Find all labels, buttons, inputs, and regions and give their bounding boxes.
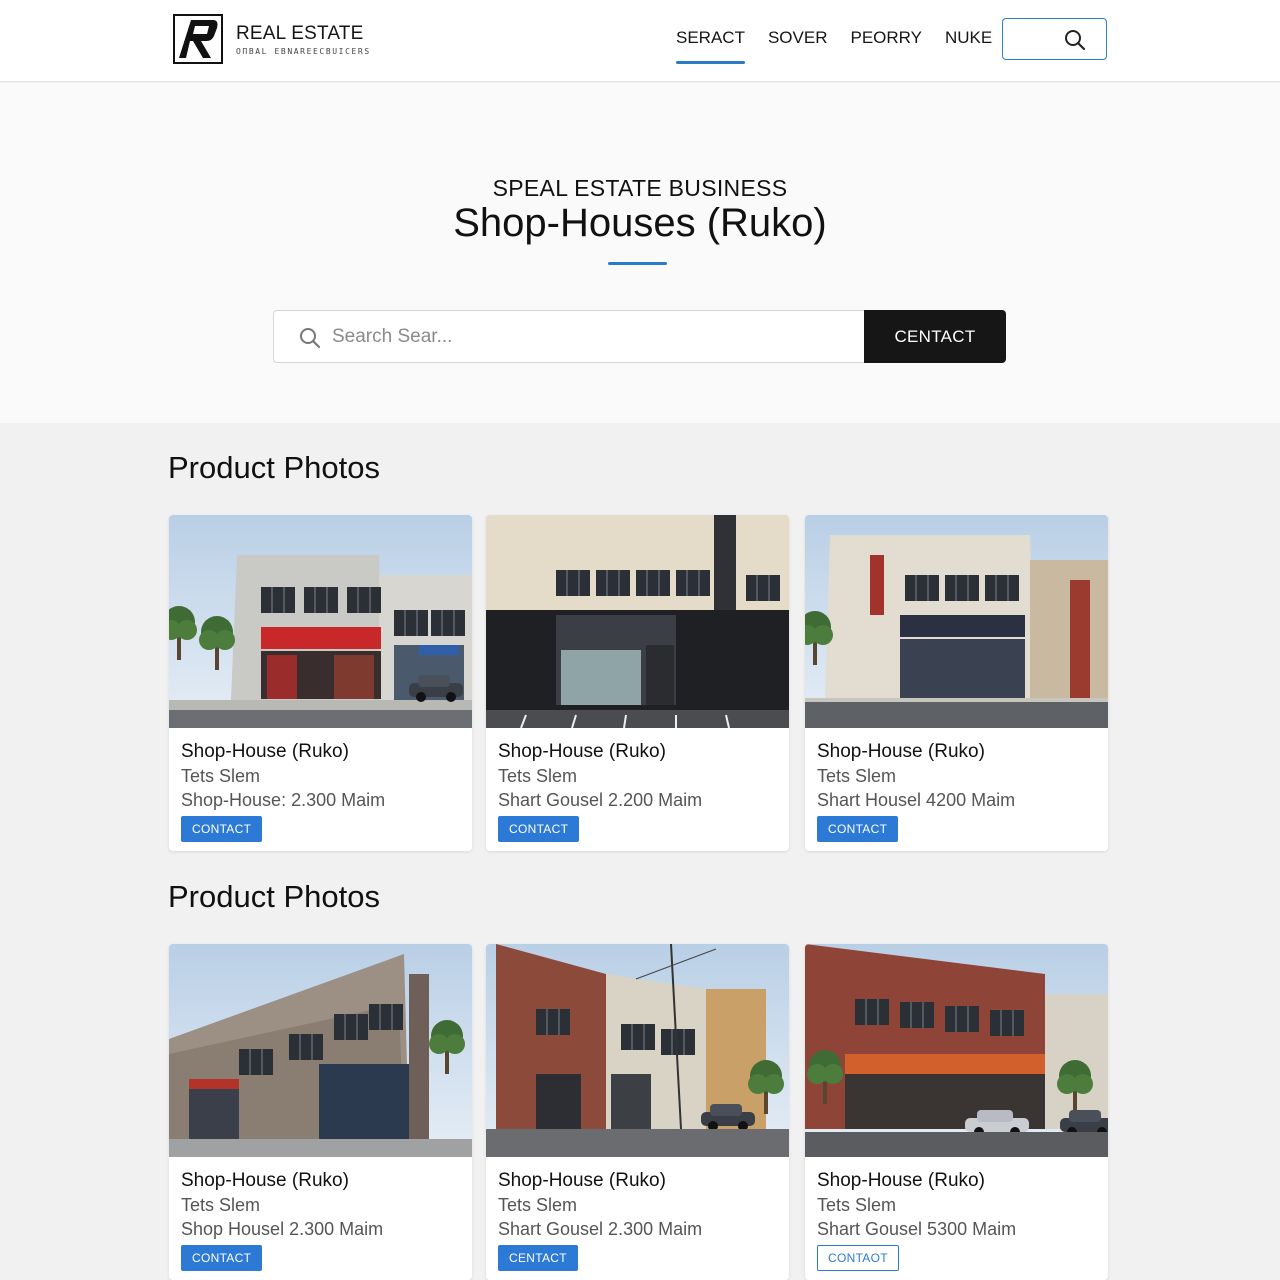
product-card[interactable]: Shop-House (Ruko) Tets Slem Shart Gousel… xyxy=(486,515,789,851)
card-title: Shop-House (Ruko) xyxy=(181,1170,349,1191)
card-price: Shop-House: 2.300 Maim xyxy=(181,790,386,810)
hero-contact-button[interactable]: CENTACT xyxy=(864,310,1006,363)
card-title: Shop-House (Ruko) xyxy=(498,1170,666,1191)
card-title: Shop-House (Ruko) xyxy=(181,741,349,762)
card-price: Shart Gousel 2.300 Maim xyxy=(498,1219,703,1239)
section-title-product-photos: Product Photos xyxy=(168,879,380,914)
product-card[interactable]: Shop-House (Ruko) Tets Slem Shart Housel… xyxy=(805,515,1108,851)
brand-tagline: OΠBAL EBNAREECBUICERS xyxy=(236,47,371,56)
page-title: Shop-Houses (Ruko) xyxy=(453,201,827,245)
card-title: Shop-House (Ruko) xyxy=(817,741,985,762)
search-icon xyxy=(1065,30,1086,51)
hero-search-field[interactable] xyxy=(273,310,866,363)
brand-logo[interactable] xyxy=(173,14,223,64)
card-subtitle: Tets Slem xyxy=(817,1195,897,1215)
contact-button[interactable]: CONTACT xyxy=(817,816,899,842)
shophouse-photo[interactable] xyxy=(805,515,1108,728)
main-nav: SERACT SOVER PEORRY NUKE xyxy=(676,28,1015,64)
nav-item-seract[interactable]: SERACT xyxy=(676,28,745,64)
search-icon xyxy=(300,328,321,349)
nav-item-peorry[interactable]: PEORRY xyxy=(851,28,923,64)
contact-button[interactable]: CENTACT xyxy=(498,1245,578,1271)
brand-name: REAL ESTATE xyxy=(236,23,364,44)
shophouse-photo[interactable] xyxy=(169,515,472,728)
shophouse-photo[interactable] xyxy=(486,944,789,1157)
card-subtitle: Tets Slem xyxy=(181,1195,261,1215)
shophouse-photo[interactable] xyxy=(486,515,789,728)
brand-block: REAL ESTATE OΠBAL EBNAREECBUICERS xyxy=(236,23,371,56)
contact-button[interactable]: CONTACT xyxy=(181,816,263,842)
card-price: Shart Gousel 5300 Maim xyxy=(817,1219,1017,1239)
nav-item-nuke[interactable]: NUKE xyxy=(945,28,992,64)
card-subtitle: Tets Slem xyxy=(817,766,897,786)
product-card[interactable]: Shop-House (Ruko) Tets Slem Shart Gousel… xyxy=(486,944,789,1280)
contact-button[interactable]: CONTACT xyxy=(498,816,580,842)
product-card[interactable]: Shop-House (Ruko) Tets Slem Shart Gousel… xyxy=(805,944,1108,1280)
card-subtitle: Tets Slem xyxy=(181,766,261,786)
card-title: Shop-House (Ruko) xyxy=(817,1170,985,1191)
shophouse-photo[interactable] xyxy=(169,944,472,1157)
card-subtitle: Tets Slem xyxy=(498,766,578,786)
top-navigation-bar: REAL ESTATE OΠBAL EBNAREECBUICERS SERACT… xyxy=(0,0,1280,82)
card-subtitle: Tets Slem xyxy=(498,1195,578,1215)
shophouse-photo[interactable] xyxy=(805,944,1108,1157)
product-card[interactable]: Shop-House (Ruko) Tets Slem Shop Housel … xyxy=(169,944,472,1280)
contact-button[interactable]: CONTAOT xyxy=(817,1245,899,1271)
card-price: Shop Housel 2.300 Maim xyxy=(181,1219,384,1239)
card-price: Shart Housel 4200 Maim xyxy=(817,790,1016,810)
header-search-button[interactable] xyxy=(1002,18,1107,60)
card-title: Shop-House (Ruko) xyxy=(498,741,666,762)
section-title-product-photos: Product Photos xyxy=(168,450,380,485)
hero-subtitle: SPEAL ESTATE BUSINESS xyxy=(492,175,788,201)
card-price: Shart Gousel 2.200 Maim xyxy=(498,790,703,810)
contact-button[interactable]: CONTACT xyxy=(181,1245,263,1271)
hero-section: SPEAL ESTATE BUSINESS Shop-Houses (Ruko)… xyxy=(0,83,1280,423)
search-input[interactable] xyxy=(332,311,832,362)
title-underline xyxy=(608,262,667,265)
nav-item-sover[interactable]: SOVER xyxy=(768,28,828,64)
product-card[interactable]: Shop-House (Ruko) Tets Slem Shop-House: … xyxy=(169,515,472,851)
